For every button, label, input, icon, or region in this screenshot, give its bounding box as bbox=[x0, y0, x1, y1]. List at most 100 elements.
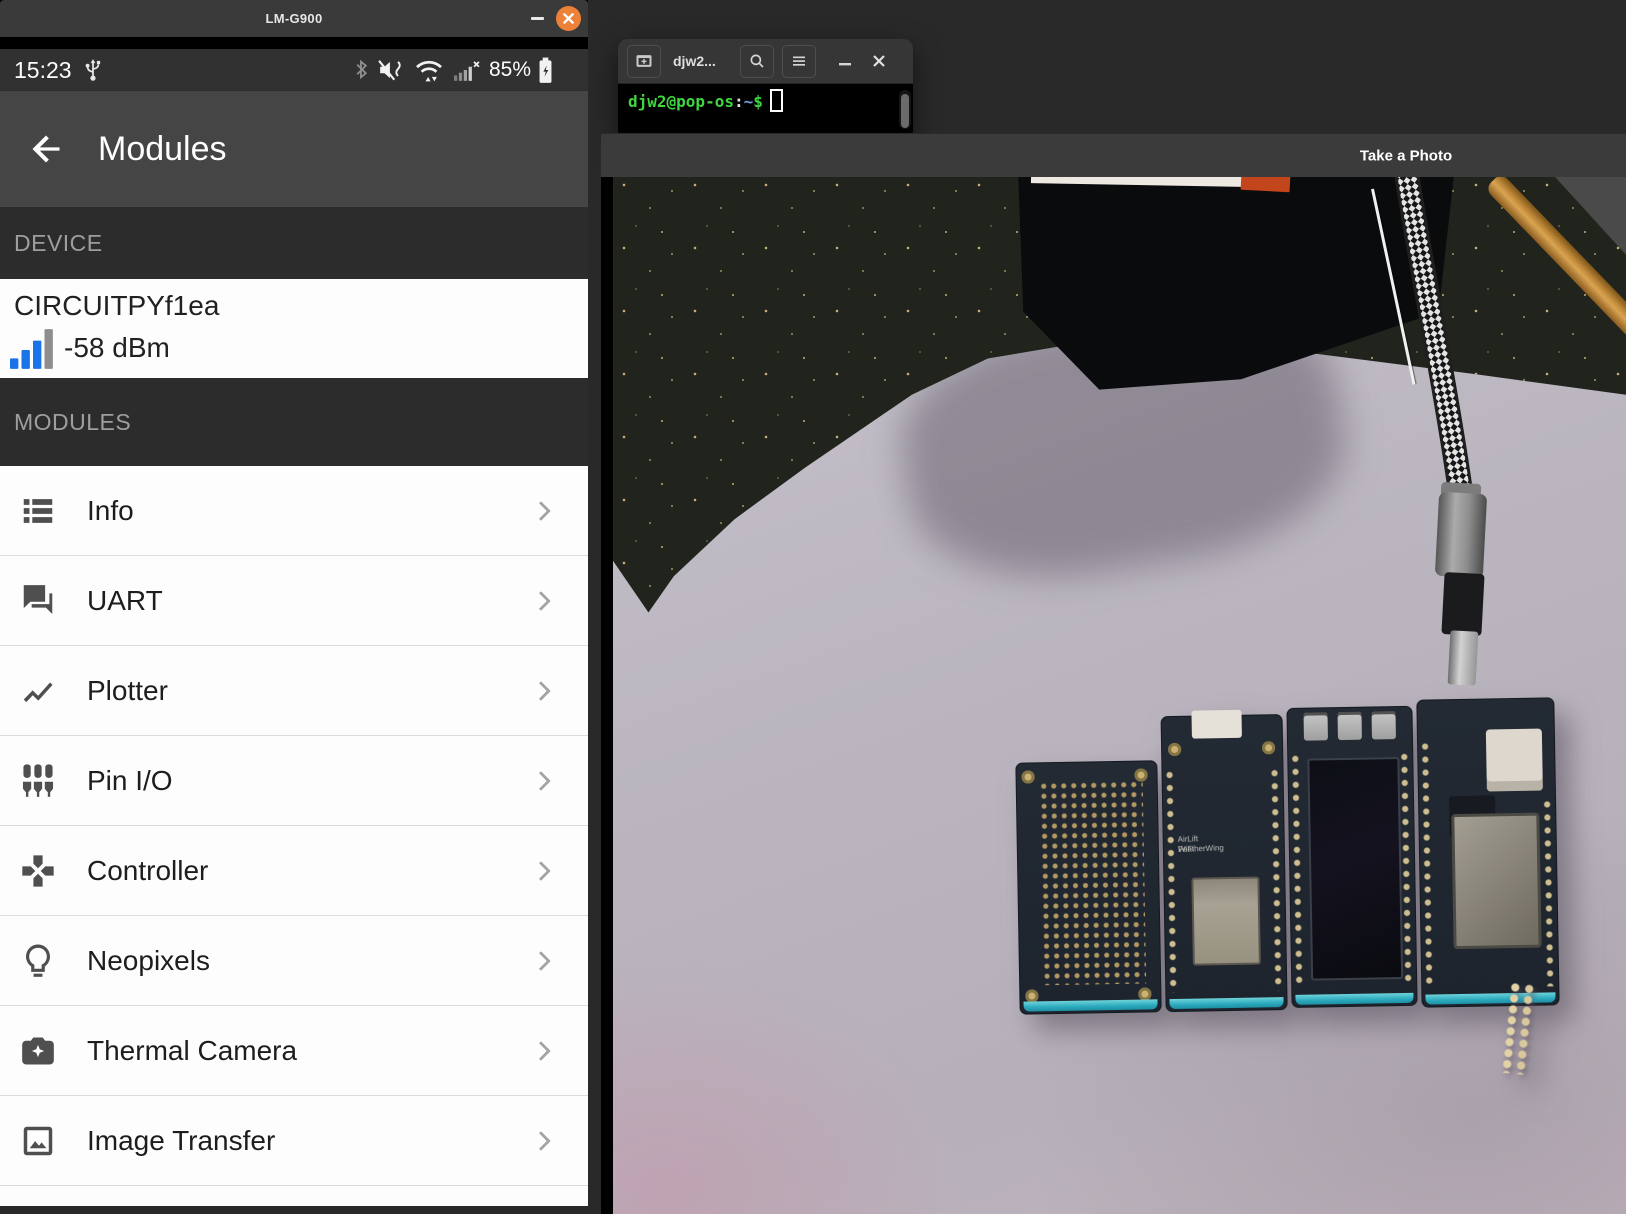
close-icon[interactable] bbox=[556, 6, 581, 31]
usb-icon bbox=[80, 57, 106, 83]
module-list: Info UART Plotter bbox=[0, 466, 588, 1206]
white-connector bbox=[1191, 710, 1241, 739]
module-label: Controller bbox=[87, 855, 208, 887]
chevron-right-icon bbox=[531, 1131, 551, 1151]
module-label: Plotter bbox=[87, 675, 168, 707]
module-label: Image Transfer bbox=[87, 1125, 275, 1157]
new-tab-button[interactable] bbox=[627, 45, 661, 78]
search-icon bbox=[748, 52, 766, 70]
wifi-module bbox=[1191, 876, 1261, 965]
terminal-cursor bbox=[770, 89, 783, 112]
search-button[interactable] bbox=[740, 45, 774, 78]
module-label: Neopixels bbox=[87, 945, 210, 977]
module-label: UART bbox=[87, 585, 163, 617]
chevron-right-icon bbox=[531, 1041, 551, 1061]
board-button bbox=[1337, 712, 1361, 740]
android-status-bar: 15:23 bbox=[0, 49, 588, 91]
io-pins-icon bbox=[19, 762, 57, 800]
take-photo-button[interactable]: Take a Photo bbox=[1360, 147, 1452, 164]
chevron-right-icon bbox=[531, 501, 551, 521]
module-row-controller[interactable]: Controller bbox=[0, 826, 588, 916]
terminal-header[interactable]: djw2... bbox=[618, 39, 913, 84]
prompt-user-host: djw2@pop-os bbox=[628, 92, 734, 111]
camera-icon bbox=[19, 1032, 57, 1070]
terminal-close-button[interactable] bbox=[868, 50, 890, 72]
chevron-right-icon bbox=[531, 771, 551, 791]
braided-usb-cable bbox=[613, 177, 1626, 1214]
scrollbar-thumb[interactable] bbox=[901, 94, 909, 128]
module-row-info[interactable]: Info bbox=[0, 466, 588, 556]
app-header: Modules bbox=[0, 91, 588, 207]
board-button bbox=[1371, 711, 1395, 739]
battery-percent: 85% bbox=[489, 58, 531, 82]
metal-connector-barrel bbox=[1435, 492, 1487, 578]
prompt-path: ~ bbox=[744, 92, 754, 111]
new-window-icon bbox=[634, 51, 654, 71]
section-modules-label: MODULES bbox=[14, 409, 131, 436]
jst-connector bbox=[1486, 729, 1543, 792]
desktop: LM-G900 15:23 bbox=[0, 0, 1626, 1214]
module-row-neopixels[interactable]: Neopixels bbox=[0, 916, 588, 1006]
chevron-right-icon bbox=[531, 861, 551, 881]
terminal-window: djw2... djw2@pop-os:~$ bbox=[618, 39, 913, 133]
camera-window: Take a Photo bbox=[601, 133, 1626, 1214]
chevron-right-icon bbox=[531, 951, 551, 971]
module-row-thermal-camera[interactable]: Thermal Camera bbox=[0, 1006, 588, 1096]
oled-feather-board bbox=[1286, 706, 1417, 1008]
menu-button[interactable] bbox=[782, 45, 816, 78]
camera-header-bar: Take a Photo bbox=[601, 133, 1626, 177]
module-row-plotter[interactable]: Plotter bbox=[0, 646, 588, 736]
back-arrow-icon[interactable] bbox=[24, 127, 68, 171]
bluetooth-icon bbox=[354, 57, 369, 83]
board-button bbox=[1304, 712, 1328, 740]
protoboard bbox=[1015, 760, 1161, 1014]
line-chart-icon bbox=[19, 672, 57, 710]
chat-bubbles-icon bbox=[19, 582, 57, 620]
dpad-icon bbox=[19, 852, 57, 890]
module-label: Pin I/O bbox=[87, 765, 173, 797]
hamburger-menu-icon bbox=[790, 52, 808, 70]
image-icon bbox=[19, 1122, 57, 1160]
circuit-board-assembly: AirLift WiFi FeatherWing bbox=[1012, 695, 1562, 1016]
oled-screen bbox=[1307, 757, 1403, 981]
mute-vibrate-icon bbox=[376, 57, 406, 83]
usb-plug-body bbox=[1441, 572, 1484, 636]
esp32-feather-board bbox=[1416, 697, 1559, 1007]
protoboard-holes bbox=[1039, 780, 1147, 986]
lightbulb-icon bbox=[19, 942, 57, 980]
module-row-pin-io[interactable]: Pin I/O bbox=[0, 736, 588, 826]
chevron-right-icon bbox=[531, 591, 551, 611]
page-title: Modules bbox=[98, 130, 227, 169]
prompt-colon: : bbox=[734, 92, 744, 111]
chevron-right-icon bbox=[531, 681, 551, 701]
module-label: Thermal Camera bbox=[87, 1035, 297, 1067]
terminal-scrollbar[interactable] bbox=[899, 90, 911, 129]
terminal-tab-title: djw2... bbox=[673, 53, 716, 69]
list-icon bbox=[19, 492, 57, 530]
minimize-icon[interactable] bbox=[531, 17, 544, 20]
device-name: CIRCUITPYf1ea bbox=[14, 290, 219, 322]
phone-mirror-window: LM-G900 15:23 bbox=[0, 0, 588, 1206]
device-row[interactable]: CIRCUITPYf1ea -58 dBm bbox=[0, 279, 588, 378]
cell-signal-icon bbox=[452, 57, 482, 83]
module-row-uart[interactable]: UART bbox=[0, 556, 588, 646]
signal-strength-icon bbox=[10, 329, 56, 369]
usb-plug-tip bbox=[1448, 630, 1479, 685]
module-row-image-transfer[interactable]: Image Transfer bbox=[0, 1096, 588, 1186]
metal-shield-module bbox=[1451, 813, 1541, 950]
device-rssi: -58 dBm bbox=[64, 332, 170, 364]
terminal-minimize-button[interactable] bbox=[834, 50, 856, 72]
phone-screen: 15:23 bbox=[0, 37, 588, 1206]
phone-window-title: LM-G900 bbox=[265, 11, 322, 26]
wifi-icon bbox=[413, 56, 445, 84]
module-label: Info bbox=[87, 495, 134, 527]
terminal-body[interactable]: djw2@pop-os:~$ bbox=[618, 84, 913, 133]
section-device-label: DEVICE bbox=[14, 230, 103, 257]
camera-preview-photo: AirLift WiFi FeatherWing bbox=[613, 177, 1626, 1214]
section-device: DEVICE bbox=[0, 207, 588, 279]
phone-window-titlebar[interactable]: LM-G900 bbox=[0, 0, 588, 37]
airlift-featherwing-board: AirLift WiFi FeatherWing bbox=[1161, 714, 1288, 1012]
prompt-symbol: $ bbox=[753, 92, 763, 111]
status-time: 15:23 bbox=[14, 57, 72, 84]
battery-icon bbox=[538, 57, 553, 84]
